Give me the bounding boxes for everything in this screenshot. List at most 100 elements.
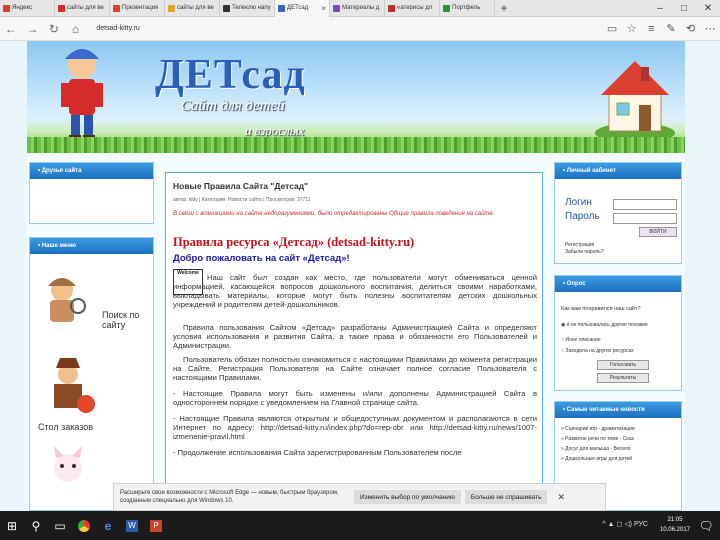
browser-tab[interactable]: сайты для ве <box>55 0 110 17</box>
tab-favicon-icon <box>223 4 230 12</box>
grass-decoration <box>27 137 685 153</box>
poll-option-2-label: Иное описание <box>565 337 601 343</box>
home-icon[interactable]: ⌂ <box>65 22 87 36</box>
tab-close-icon[interactable]: × <box>321 4 326 13</box>
hub-icon[interactable]: ≡ <box>642 23 662 35</box>
cartoon-boy-image <box>61 49 103 141</box>
poll-option-1[interactable]: ◉ я не пользовалась другие похожие <box>561 322 648 328</box>
paragraph-rules-purpose: Правила пользования Сайтом «Детсад» разр… <box>173 323 537 350</box>
poll-option-1-label: я не пользовалась другие похожие <box>566 322 648 328</box>
paragraph-continue: - Продолжение использования Сайта зареги… <box>173 448 462 457</box>
paragraph-public: - Настоящие Правила являются открытым и … <box>173 414 537 441</box>
start-icon[interactable]: ⊞ <box>0 511 24 540</box>
dont-ask-again-button[interactable]: Больше не спрашивать <box>464 490 548 504</box>
popular-news-item[interactable]: » Развитие речи по теме - Сказ <box>561 436 634 442</box>
poll-option-2[interactable]: ○ Иное описание <box>561 337 601 343</box>
tab-label: Презентация <box>122 5 159 11</box>
clock-time: 21:05 <box>667 517 683 523</box>
poll-block: • Опрос Как вам понравился наш сайт? ◉ я… <box>554 275 682 391</box>
change-default-button[interactable]: Изменить выбор по умолчанию <box>354 490 461 504</box>
cat-character-image <box>54 446 82 482</box>
edge-notification-bar: Расширьте свои возможности с Microsoft E… <box>113 483 606 511</box>
language-indicator[interactable]: РУС <box>634 521 648 528</box>
address-bar-row: ← → ↻ ⌂ detsad-kitty.ru ▭ ☆ ≡ ✎ ⟲ ⋯ <box>0 17 720 41</box>
notes-icon[interactable]: ✎ <box>661 22 681 35</box>
poll-option-3-label: Заходила на других ресурсах <box>565 348 634 354</box>
notifications-icon[interactable]: 🗨 <box>694 511 718 540</box>
password-label: Пароль <box>565 211 600 222</box>
tab-favicon-icon <box>113 4 120 12</box>
tab-favicon-icon <box>388 4 395 12</box>
browser-tab[interactable]: ДЕТсад × <box>275 0 330 17</box>
browser-tab[interactable]: Яндекс <box>0 0 55 17</box>
site-subtitle-1: Сайт для детей <box>181 98 285 114</box>
tab-label: Телеклю напу <box>232 5 271 11</box>
tab-label: сайты для ве <box>67 5 104 11</box>
new-tab-icon[interactable]: + <box>495 1 513 15</box>
poll-question: Как вам понравился наш сайт? <box>561 306 641 312</box>
popular-news-item[interactable]: » Дошкольные игры для детей <box>561 456 632 462</box>
share-icon[interactable]: ⟲ <box>681 22 701 35</box>
paragraph-acknowledge: Пользователь обязан полностью ознакомить… <box>173 355 537 382</box>
browser-tab[interactable]: Телеклю напу <box>220 0 275 17</box>
login-button[interactable]: ВОЙТИ <box>639 227 677 237</box>
friends-block-title: • Друзья сайта <box>30 163 153 179</box>
powerpoint-icon[interactable]: P <box>144 511 168 540</box>
forgot-password-link[interactable]: Забыли пароль? <box>565 249 604 255</box>
tab-favicon-icon <box>333 4 340 12</box>
back-icon[interactable]: ← <box>0 22 22 36</box>
popular-news-title: • Самые читаемые новости <box>555 402 681 418</box>
house-image <box>595 61 675 143</box>
close-window-icon[interactable]: ✕ <box>696 3 720 14</box>
vote-button[interactable]: Голосовать <box>597 360 649 370</box>
search-icon[interactable]: ⚲ <box>24 511 48 540</box>
menu-block: • Наше меню Поиск по сайту Стол заказов <box>29 237 154 511</box>
password-input[interactable] <box>613 213 677 224</box>
browser-tab[interactable]: Материалы д <box>330 0 385 17</box>
browser-tab[interactable]: Портфель <box>440 0 495 17</box>
tab-label: «атерисы дл <box>397 5 433 11</box>
register-link[interactable]: Регистрация <box>565 242 594 248</box>
article-note: В связи с возникшими на сайте недоразуме… <box>173 211 495 217</box>
forward-icon[interactable]: → <box>22 22 44 36</box>
poll-option-3[interactable]: ○ Заходила на других ресурсах <box>561 348 634 354</box>
menu-item-search[interactable]: Поиск по сайту <box>102 310 153 330</box>
clock-date: 10.06.2017 <box>659 527 690 533</box>
clock[interactable]: 21:05 10.06.2017 <box>660 515 690 535</box>
maximize-icon[interactable]: □ <box>672 3 696 14</box>
article-heading[interactable]: Новые Правила Сайта "Детсад" <box>173 181 308 191</box>
tab-label: Материалы д <box>342 5 380 11</box>
poll-results-button[interactable]: Результаты <box>597 373 649 383</box>
task-view-icon[interactable]: ▭ <box>48 511 72 540</box>
tab-favicon-icon <box>278 4 285 12</box>
minimize-icon[interactable]: – <box>648 3 672 14</box>
popular-news-item[interactable]: » Сценарии игр - драматизации <box>561 426 635 432</box>
browser-tab[interactable]: «атерисы дл <box>385 0 440 17</box>
login-input[interactable] <box>613 199 677 210</box>
edge-icon[interactable]: e <box>96 511 120 540</box>
notification-close-icon[interactable]: ✕ <box>551 492 571 503</box>
browser-tab-bar: Яндекс сайты для ве Презентация сайты для в… <box>0 0 720 17</box>
welcome-heading: Добро пожаловать на сайт «Детсад»! <box>173 253 350 264</box>
reading-view-icon[interactable]: ▭ <box>602 22 622 35</box>
article-meta: автор: kitty | Категория: Новости сайта … <box>173 197 311 203</box>
refresh-icon[interactable]: ↻ <box>43 22 65 36</box>
browser-tab[interactable]: сайты для ве <box>165 0 220 17</box>
url-field[interactable]: detsad-kitty.ru <box>92 21 602 37</box>
favorite-star-icon[interactable]: ☆ <box>622 22 642 35</box>
popular-news-item[interactable]: » Досуг для малыша - Весело <box>561 446 631 452</box>
tab-label: сайты для ве <box>177 5 214 11</box>
tab-favicon-icon <box>168 4 175 12</box>
notification-text: Расширьте свои возможности с Microsoft E… <box>120 490 339 504</box>
site-logo-title: ДЕТсад <box>155 52 306 98</box>
paragraph-intro: Наш сайт был создан как место, где польз… <box>173 273 537 309</box>
word-icon[interactable]: W <box>120 511 144 540</box>
chrome-icon[interactable] <box>72 511 96 540</box>
cook-character-image <box>54 358 95 413</box>
more-icon[interactable]: ⋯ <box>700 22 720 35</box>
system-tray[interactable]: ^ ▲ ◻ ◁) РУС <box>602 520 648 528</box>
friends-block: • Друзья сайта <box>29 162 154 224</box>
menu-item-orders[interactable]: Стол заказов <box>38 422 93 432</box>
article-block: Новые Правила Сайта "Детсад" автор: kitt… <box>165 172 543 511</box>
browser-tab[interactable]: Презентация <box>110 0 165 17</box>
